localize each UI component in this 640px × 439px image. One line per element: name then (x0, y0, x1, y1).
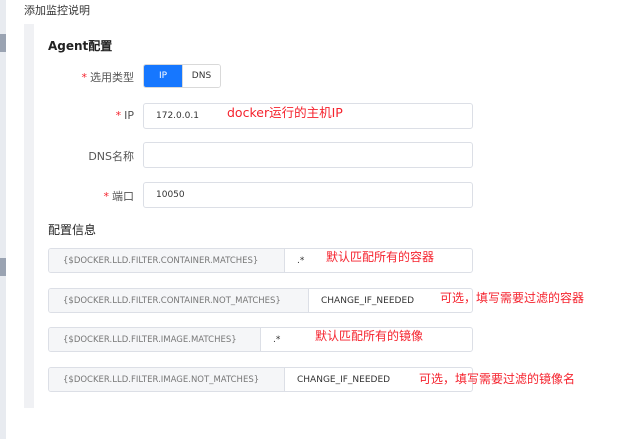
config-section-title: 配置信息 (48, 223, 97, 237)
macro1-annotation: 默认匹配所有的容器 (326, 250, 435, 264)
macro2-annotation: 可选，填写需要过滤的容器 (440, 291, 585, 305)
dns-label: DNS名称 (34, 148, 134, 164)
ip-annotation: docker运行的主机IP (227, 105, 343, 120)
ip-label-text: IP (124, 109, 134, 122)
sidebar-marker (0, 34, 6, 52)
agent-section-title: Agent配置 (48, 39, 113, 53)
type-option-dns[interactable]: DNS (182, 65, 220, 87)
port-label-text: 端口 (112, 190, 134, 203)
macro-key: {$DOCKER.LLD.FILTER.CONTAINER.NOT_MATCHE… (49, 289, 309, 312)
type-label-text: 选用类型 (90, 71, 134, 84)
macro-key: {$DOCKER.LLD.FILTER.IMAGE.MATCHES} (49, 328, 261, 351)
dns-label-text: DNS名称 (88, 150, 134, 163)
macro-row: {$DOCKER.LLD.FILTER.IMAGE.NOT_MATCHES} C… (48, 367, 473, 392)
ip-label: * IP (34, 109, 134, 122)
type-option-ip[interactable]: IP (144, 65, 182, 87)
type-label: * 选用类型 (34, 69, 135, 85)
macro3-annotation: 默认匹配所有的镜像 (315, 329, 424, 343)
required-mark: * (103, 190, 110, 203)
macro-row: {$DOCKER.LLD.FILTER.CONTAINER.NOT_MATCHE… (48, 288, 473, 313)
required-mark: * (81, 71, 88, 84)
sidebar-marker (0, 258, 6, 276)
page-title: 添加监控说明 (24, 4, 90, 17)
port-label: * 端口 (34, 188, 135, 204)
port-input[interactable]: 10050 (143, 182, 473, 208)
macro-key: {$DOCKER.LLD.FILTER.CONTAINER.MATCHES} (49, 249, 285, 272)
macro4-annotation: 可选，填写需要过滤的镜像名 (419, 372, 576, 386)
required-mark: * (115, 109, 122, 122)
type-segmented-control: IP DNS (143, 64, 221, 88)
macro-key: {$DOCKER.LLD.FILTER.IMAGE.NOT_MATCHES} (49, 368, 285, 391)
left-sidebar-edge (0, 0, 6, 439)
dns-input[interactable] (143, 142, 473, 168)
